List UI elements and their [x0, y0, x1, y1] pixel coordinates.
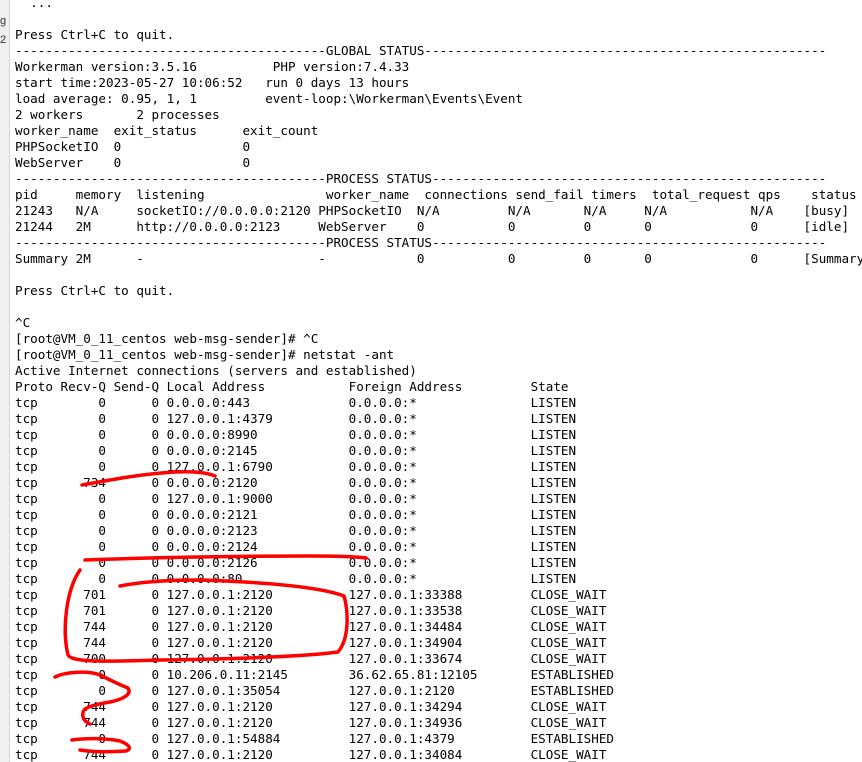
terminal-line: tcp 701 0 127.0.0.1:2120 127.0.0.1:33538… [15, 603, 607, 618]
terminal-line: tcp 744 0 127.0.0.1:2120 127.0.0.1:34904… [15, 635, 607, 650]
terminal-line: [root@VM_0_11_centos web-msg-sender]# ne… [15, 347, 395, 362]
terminal-output[interactable]: ... Press Ctrl+C to quit. ----------------… [0, 0, 862, 762]
terminal-line: tcp 0 0 0.0.0.0:443 0.0.0.0:* LISTEN [15, 395, 577, 410]
terminal-line: tcp 701 0 127.0.0.1:2120 127.0.0.1:33388… [15, 587, 607, 602]
terminal-line: tcp 744 0 127.0.0.1:2120 127.0.0.1:34936… [15, 715, 607, 730]
terminal-line: tcp 734 0 0.0.0.0:2120 0.0.0.0:* LISTEN [15, 475, 577, 490]
terminal-line: tcp 744 0 127.0.0.1:2120 127.0.0.1:34484… [15, 619, 607, 634]
terminal-line: Proto Recv-Q Send-Q Local Address Foreig… [15, 379, 569, 394]
terminal-line: start time:2023-05-27 10:06:52 run 0 day… [15, 75, 410, 90]
terminal-line: [root@VM_0_11_centos web-msg-sender]# ^C [15, 331, 319, 346]
terminal-line: Workerman version:3.5.16 PHP version:7.4… [15, 59, 410, 74]
terminal-line: pid memory listening worker_name connect… [15, 187, 857, 202]
terminal-line: Press Ctrl+C to quit. [15, 27, 175, 42]
terminal-line: Summary 2M - - 0 0 0 0 0 [Summary] [15, 251, 862, 266]
terminal-line: Press Ctrl+C to quit. [15, 283, 175, 298]
terminal-line: tcp 0 0 0.0.0.0:2126 0.0.0.0:* LISTEN [15, 555, 577, 570]
terminal-line: tcp 700 0 127.0.0.1:2120 127.0.0.1:33674… [15, 651, 607, 666]
terminal-line: tcp 0 0 127.0.0.1:54884 127.0.0.1:4379 E… [15, 731, 614, 746]
terminal-line: tcp 0 0 0.0.0.0:2124 0.0.0.0:* LISTEN [15, 539, 577, 554]
terminal-line: tcp 0 0 10.206.0.11:2145 36.62.65.81:121… [15, 667, 614, 682]
terminal-line: worker_name exit_status exit_count [15, 123, 319, 138]
terminal-line: tcp 0 0 0.0.0.0:80 0.0.0.0:* LISTEN [15, 571, 577, 586]
terminal-line: ^C [15, 315, 31, 330]
terminal-line: ----------------------------------------… [15, 235, 827, 250]
terminal-line: tcp 0 0 127.0.0.1:4379 0.0.0.0:* LISTEN [15, 411, 577, 426]
terminal-line: tcp 0 0 0.0.0.0:2121 0.0.0.0:* LISTEN [15, 507, 577, 522]
terminal-line: ... [15, 0, 53, 10]
terminal-line: tcp 0 0 127.0.0.1:35054 127.0.0.1:2120 E… [15, 683, 614, 698]
terminal-line: WebServer 0 0 [15, 155, 251, 170]
terminal-line: Active Internet connections (servers and… [15, 363, 417, 378]
terminal-line: ----------------------------------------… [15, 171, 827, 186]
terminal-line: tcp 744 0 127.0.0.1:2120 127.0.0.1:34084… [15, 747, 607, 762]
terminal-line: 21244 2M http://0.0.0.0:2123 WebServer 0… [15, 219, 850, 234]
terminal-line: 21243 N/A socketIO://0.0.0.0:2120 PHPSoc… [15, 203, 850, 218]
terminal-line: ----------------------------------------… [15, 43, 827, 58]
terminal-line: tcp 0 0 0.0.0.0:2123 0.0.0.0:* LISTEN [15, 523, 577, 538]
terminal-line: 2 workers 2 processes [15, 107, 220, 122]
terminal-line: tcp 0 0 0.0.0.0:2145 0.0.0.0:* LISTEN [15, 443, 577, 458]
terminal-line: tcp 0 0 127.0.0.1:9000 0.0.0.0:* LISTEN [15, 491, 577, 506]
terminal-line: tcp 744 0 127.0.0.1:2120 127.0.0.1:34294… [15, 699, 607, 714]
terminal-line: tcp 0 0 127.0.0.1:6790 0.0.0.0:* LISTEN [15, 459, 577, 474]
terminal-line: tcp 0 0 0.0.0.0:8990 0.0.0.0:* LISTEN [15, 427, 577, 442]
terminal-line: load average: 0.95, 1, 1 event-loop:\Wor… [15, 91, 523, 106]
terminal-line: PHPSocketIO 0 0 [15, 139, 251, 154]
